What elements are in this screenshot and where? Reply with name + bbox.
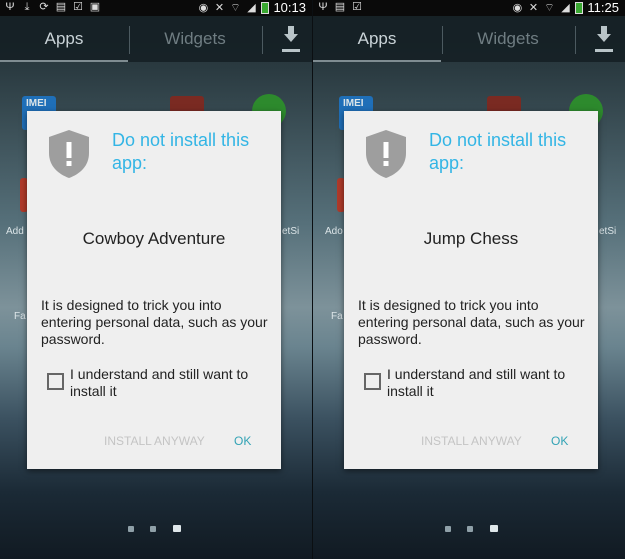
status-bar: Ψ ▤ ☑ ◉ ✕ ⌔ ◢ 11:25 [313,0,625,16]
app-label: Add [6,226,24,237]
install-anyway-button[interactable]: INSTALL ANYWAY [104,434,205,448]
checkbox-label[interactable]: I understand and still want to install i… [70,366,280,400]
shield-warning-icon [366,130,406,178]
download-icon[interactable] [280,26,302,52]
image-icon: ▣ [89,1,101,13]
mute-icon: ✕ [214,2,225,14]
app-drawer-tabs: Apps Widgets [0,16,312,62]
wifi-icon: ⌔ [544,2,555,14]
tab-divider [575,26,576,54]
dialog-title: Do not install this app: [429,130,567,173]
status-bar: Ψ ⤓ ⟳ ▤ ☑ ▣ ◉ ✕ ⌔ ◢ 10:13 [0,0,312,16]
usb-icon: Ψ [5,1,15,13]
tab-apps[interactable]: Apps [313,16,441,62]
app-name: Cowboy Adventure [82,229,226,248]
checkbox-icon: ☑ [352,1,362,13]
screen-right: Ψ ▤ ☑ ◉ ✕ ⌔ ◢ 11:25 Apps Widgets IMEI Ad… [313,0,625,559]
app-label: Ado [325,226,343,237]
page-indicator [0,524,312,534]
understand-checkbox[interactable] [364,373,381,390]
app-label: Fa [14,311,26,322]
clock: 10:13 [273,0,306,15]
app-label: Fa [331,311,343,322]
tab-apps[interactable]: Apps [0,16,128,62]
page-dot-active [173,525,181,532]
battery-icon [575,2,584,14]
page-dot [467,526,473,532]
tab-underline [0,60,128,62]
ok-button[interactable]: OK [234,434,251,448]
signal-icon: ◢ [561,2,570,14]
tab-divider [262,26,263,54]
ok-button[interactable]: OK [551,434,568,448]
shield-warning-icon [49,130,89,178]
page-dot [445,526,451,532]
app-label: etSi [599,226,617,237]
file-icon: ▤ [334,1,346,13]
install-anyway-button[interactable]: INSTALL ANYWAY [421,434,522,448]
page-dot-active [490,525,498,532]
wifi-icon: ⌔ [230,2,241,14]
tab-widgets[interactable]: Widgets [443,16,573,62]
checkbox-icon: ☑ [73,1,83,13]
mute-icon: ✕ [528,2,539,14]
app-drawer-tabs: Apps Widgets [313,16,625,62]
battery-icon [261,2,270,14]
screen-left: Ψ ⤓ ⟳ ▤ ☑ ▣ ◉ ✕ ⌔ ◢ 10:13 Apps Widgets I… [0,0,312,559]
warning-message: It is designed to trick you into enterin… [358,297,585,347]
page-dot [150,526,156,532]
eye-icon: ◉ [512,2,523,14]
usb-icon: Ψ [318,1,328,13]
download-icon[interactable] [593,26,615,52]
clock: 11:25 [587,0,619,15]
dialog-title: Do not install this app: [112,130,250,173]
warning-message: It is designed to trick you into enterin… [41,297,268,347]
eye-icon: ◉ [198,2,209,14]
signal-icon: ◢ [247,2,256,14]
tab-widgets[interactable]: Widgets [130,16,260,62]
sync-icon: ⟳ [39,1,49,13]
understand-checkbox[interactable] [47,373,64,390]
tab-underline [313,60,441,62]
page-dot [128,526,134,532]
app-name: Jump Chess [423,229,519,248]
install-blocked-dialog: Do not install this app: Cowboy Adventur… [27,111,281,469]
page-indicator [313,524,625,534]
file-icon: ▤ [55,1,67,13]
install-blocked-dialog: Do not install this app: Jump Chess It i… [344,111,598,469]
app-label: etSi [282,226,300,237]
checkbox-label[interactable]: I understand and still want to install i… [387,366,597,400]
download-icon: ⤓ [24,1,30,13]
